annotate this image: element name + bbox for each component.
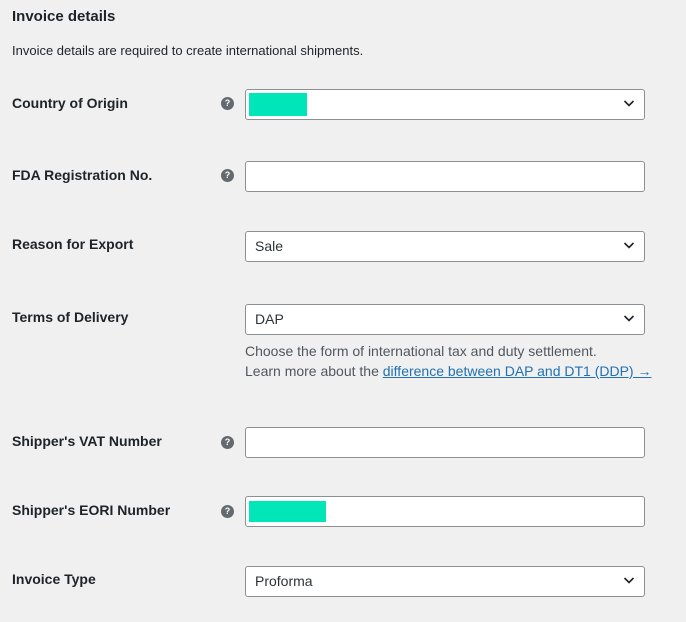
hint-prefix: Learn more about the	[245, 363, 383, 379]
terms-of-delivery-label: Terms of Delivery	[12, 309, 129, 325]
country-of-origin-select[interactable]	[245, 89, 645, 120]
shipper-eori-help-icon[interactable]: ?	[221, 505, 234, 518]
reason-for-export-select[interactable]: Sale	[245, 231, 645, 262]
terms-of-delivery-hint-line2: Learn more about the difference between …	[245, 361, 652, 381]
reason-for-export-label: Reason for Export	[12, 236, 134, 252]
reason-for-export-value: Sale	[255, 238, 284, 254]
terms-of-delivery-hint-line1: Choose the form of international tax and…	[245, 343, 597, 359]
chevron-down-icon	[623, 100, 635, 107]
shipper-vat-help-icon[interactable]: ?	[221, 436, 234, 449]
shipper-vat-label: Shipper's VAT Number	[12, 433, 162, 449]
terms-of-delivery-value: DAP	[255, 311, 284, 327]
chevron-down-icon	[623, 577, 635, 584]
section-title: Invoice details	[12, 8, 116, 25]
terms-of-delivery-select[interactable]: DAP	[245, 304, 645, 335]
invoice-type-label: Invoice Type	[12, 571, 96, 587]
fda-registration-input[interactable]	[245, 161, 645, 192]
chevron-down-icon	[623, 242, 635, 249]
shipper-vat-input[interactable]	[245, 427, 645, 458]
country-of-origin-label: Country of Origin	[12, 95, 128, 111]
fda-registration-help-icon[interactable]: ?	[221, 169, 234, 182]
shipper-eori-input[interactable]	[245, 496, 645, 527]
redacted-value	[249, 93, 307, 116]
country-of-origin-help-icon[interactable]: ?	[221, 97, 234, 110]
section-description: Invoice details are required to create i…	[12, 43, 364, 58]
chevron-down-icon	[623, 315, 635, 322]
redacted-value	[249, 501, 326, 522]
fda-registration-label: FDA Registration No.	[12, 167, 153, 183]
dap-ddp-difference-link[interactable]: difference between DAP and DT1 (DDP) →	[383, 363, 652, 379]
invoice-type-select[interactable]: Proforma	[245, 566, 645, 597]
shipper-eori-label: Shipper's EORI Number	[12, 502, 171, 518]
invoice-type-value: Proforma	[255, 573, 313, 589]
